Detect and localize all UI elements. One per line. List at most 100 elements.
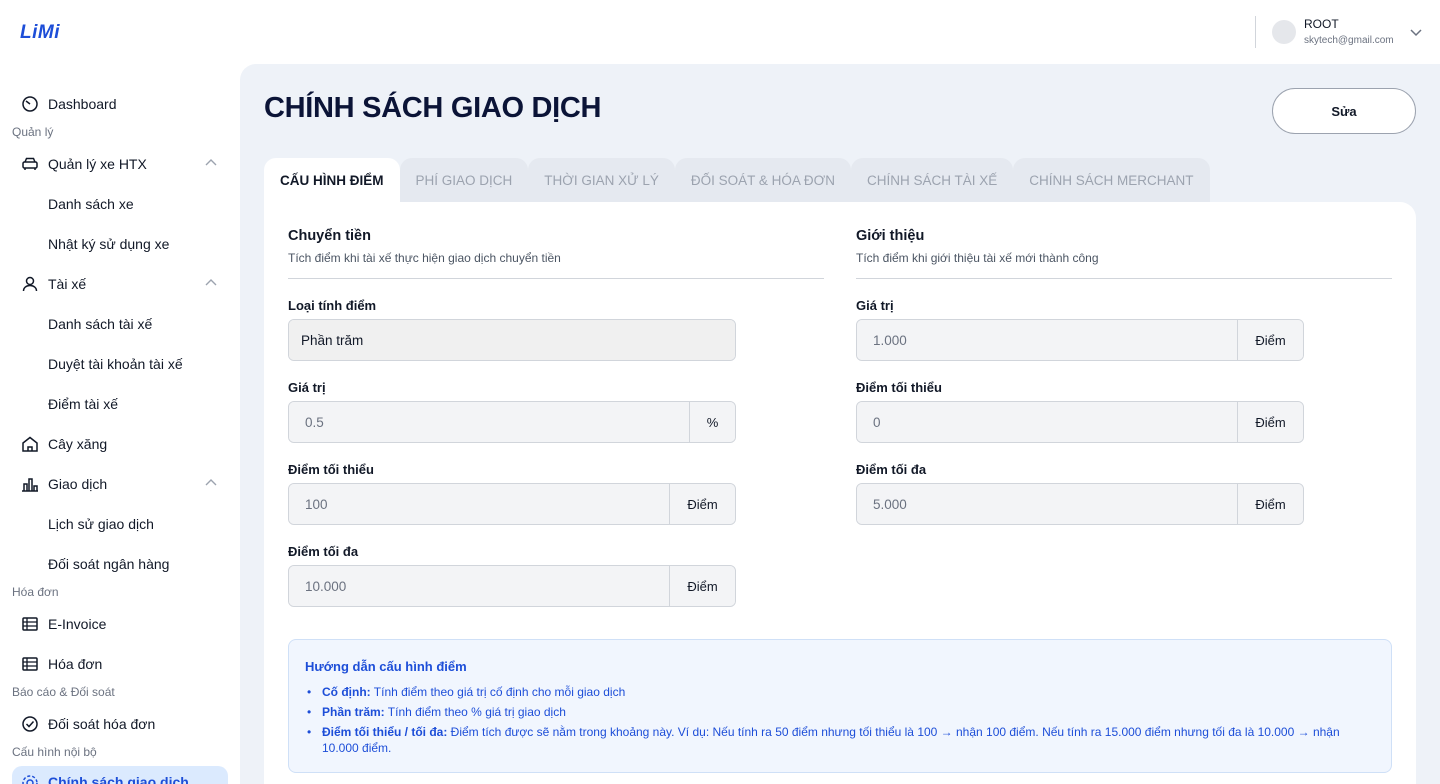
point-type-select[interactable]: Phần trăm (288, 319, 736, 361)
unit-addon: Điểm (669, 566, 735, 606)
bar-chart-icon (20, 474, 40, 494)
tab-points-config[interactable]: CẤU HÌNH ĐIỂM (264, 158, 400, 202)
brand-logo[interactable]: LiMi (20, 22, 60, 44)
sidebar-item-dashboard[interactable]: Dashboard (20, 92, 220, 116)
sidebar-item-label: Tài xế (48, 276, 87, 292)
sidebar-item-label: Chính sách giao dịch (48, 774, 189, 784)
guide-title: Hướng dẫn cấu hình điểm (305, 659, 467, 674)
unit-addon: Điểm (669, 484, 735, 524)
car-icon (20, 154, 40, 174)
input-value[interactable]: 1.000 (857, 320, 1237, 360)
guide-text: Tính điểm theo giá trị cố định cho mỗi g… (370, 685, 626, 699)
avatar[interactable] (1272, 20, 1296, 44)
sidebar-item-driver-points[interactable]: Điểm tài xế (48, 392, 118, 416)
chevron-up-icon[interactable] (204, 276, 218, 290)
referral-value-field[interactable]: 1.000 Điểm (856, 319, 1304, 361)
sidebar-item-vehicles[interactable]: Quản lý xe HTX (20, 152, 220, 176)
input-value[interactable]: 5.000 (857, 484, 1237, 524)
transfer-value-field[interactable]: 0.5 % (288, 401, 736, 443)
main-content: CHÍNH SÁCH GIAO DỊCH Sửa CẤU HÌNH ĐIỂM P… (240, 64, 1440, 784)
list-icon (20, 614, 40, 634)
field-label: Điểm tối đa (288, 544, 359, 559)
field-label: Giá trị (288, 380, 326, 395)
tab-merchant-policy[interactable]: CHÍNH SÁCH MERCHANT (1013, 158, 1210, 202)
sidebar-section-config: Cấu hình nội bộ (12, 745, 97, 759)
sidebar-item-vehicle-log[interactable]: Nhật ký sử dụng xe (48, 232, 169, 256)
sidebar-item-label: Đối soát hóa đơn (48, 716, 156, 732)
sidebar-section-manage: Quản lý (12, 125, 54, 139)
top-bar: LiMi ROOT skytech@gmail.com (0, 0, 1440, 64)
sidebar-item-label: Dashboard (48, 96, 117, 112)
divider (288, 278, 824, 279)
guide-text: Tính điểm theo % giá trị giao dịch (384, 705, 566, 719)
select-value: Phần trăm (289, 320, 735, 360)
chevron-down-icon[interactable] (1408, 24, 1424, 40)
guide-term: Phần trăm: (322, 705, 385, 719)
field-label: Giá trị (856, 298, 894, 313)
divider (856, 278, 1392, 279)
guide-list: Cố định: Tính điểm theo giá trị cố định … (305, 684, 1375, 760)
points-config-card: Chuyển tiền Tích điểm khi tài xế thực hi… (264, 202, 1416, 784)
sidebar-item-invoice-reconcile[interactable]: Đối soát hóa đơn (20, 712, 220, 736)
chevron-up-icon[interactable] (204, 476, 218, 490)
unit-addon: Điểm (1237, 320, 1303, 360)
tab-bar: CẤU HÌNH ĐIỂM PHÍ GIAO DỊCH THỜI GIAN XỬ… (264, 158, 1210, 202)
page-title: CHÍNH SÁCH GIAO DỊCH (264, 92, 602, 124)
section-title: Chuyển tiền (288, 228, 371, 244)
list-item: Điểm tối thiểu / tối đa: Điểm tích được … (305, 724, 1375, 756)
user-divider (1255, 16, 1256, 48)
transfer-min-field[interactable]: 100 Điểm (288, 483, 736, 525)
user-icon (20, 274, 40, 294)
sidebar-item-gas[interactable]: Cây xăng (20, 432, 220, 456)
edit-button[interactable]: Sửa (1272, 88, 1416, 134)
sidebar-item-vehicle-list[interactable]: Danh sách xe (48, 192, 134, 216)
sidebar-item-invoice[interactable]: Hóa đơn (20, 652, 220, 676)
input-value[interactable]: 10.000 (289, 566, 669, 606)
sidebar-item-einvoice[interactable]: E-Invoice (20, 612, 220, 636)
points-guide-box: Hướng dẫn cấu hình điểm Cố định: Tính đi… (288, 639, 1392, 773)
unit-addon: % (689, 402, 735, 442)
sidebar: Dashboard Quản lý Quản lý xe HTX Danh sá… (0, 64, 240, 784)
tab-driver-policy[interactable]: CHÍNH SÁCH TÀI XẾ (851, 158, 1014, 202)
guide-term: Cố định: (322, 685, 371, 699)
home-icon (20, 434, 40, 454)
tab-transaction-fee[interactable]: PHÍ GIAO DỊCH (399, 158, 529, 202)
guide-term: Điểm tối thiểu / tối đa: (322, 725, 448, 739)
sidebar-item-driver-list[interactable]: Danh sách tài xế (48, 312, 152, 336)
sidebar-section-invoice: Hóa đơn (12, 585, 59, 599)
tab-reconcile-invoice[interactable]: ĐỐI SOÁT & HÓA ĐƠN (674, 158, 851, 202)
input-value[interactable]: 0.5 (289, 402, 689, 442)
gear-icon (22, 775, 38, 784)
list-icon (20, 654, 40, 674)
user-email: skytech@gmail.com (1304, 35, 1394, 46)
sidebar-item-label: Quản lý xe HTX (48, 156, 147, 172)
list-item: Phần trăm: Tính điểm theo % giá trị giao… (305, 704, 1375, 720)
sidebar-item-driver-approval[interactable]: Duyệt tài khoản tài xế (48, 352, 183, 376)
guide-text: Điểm tích được sẽ nằm trong khoảng này. … (322, 725, 1340, 755)
section-description: Tích điểm khi giới thiệu tài xế mới thàn… (856, 251, 1099, 265)
sidebar-item-transactions[interactable]: Giao dịch (20, 472, 220, 496)
check-circle-icon (20, 714, 40, 734)
field-label: Điểm tối thiểu (856, 380, 942, 395)
section-title: Giới thiệu (856, 228, 925, 244)
sidebar-item-label: Cây xăng (48, 436, 108, 452)
referral-max-field[interactable]: 5.000 Điểm (856, 483, 1304, 525)
user-name: ROOT (1304, 17, 1339, 31)
input-value[interactable]: 100 (289, 484, 669, 524)
chevron-up-icon[interactable] (204, 156, 218, 170)
sidebar-item-label: Giao dịch (48, 476, 108, 492)
field-label: Điểm tối đa (856, 462, 927, 477)
field-label: Loại tính điểm (288, 298, 377, 313)
sidebar-item-label: Hóa đơn (48, 656, 103, 672)
sidebar-item-transaction-history[interactable]: Lịch sử giao dịch (48, 512, 154, 536)
transfer-max-field[interactable]: 10.000 Điểm (288, 565, 736, 607)
sidebar-item-drivers[interactable]: Tài xế (20, 272, 220, 296)
input-value[interactable]: 0 (857, 402, 1237, 442)
sidebar-item-bank-reconcile[interactable]: Đối soát ngân hàng (48, 552, 169, 576)
referral-min-field[interactable]: 0 Điểm (856, 401, 1304, 443)
sidebar-item-label: E-Invoice (48, 616, 107, 632)
sidebar-section-report: Báo cáo & Đối soát (12, 685, 115, 699)
unit-addon: Điểm (1237, 484, 1303, 524)
tab-processing-time[interactable]: THỜI GIAN XỬ LÝ (528, 158, 675, 202)
field-label: Điểm tối thiểu (288, 462, 374, 477)
